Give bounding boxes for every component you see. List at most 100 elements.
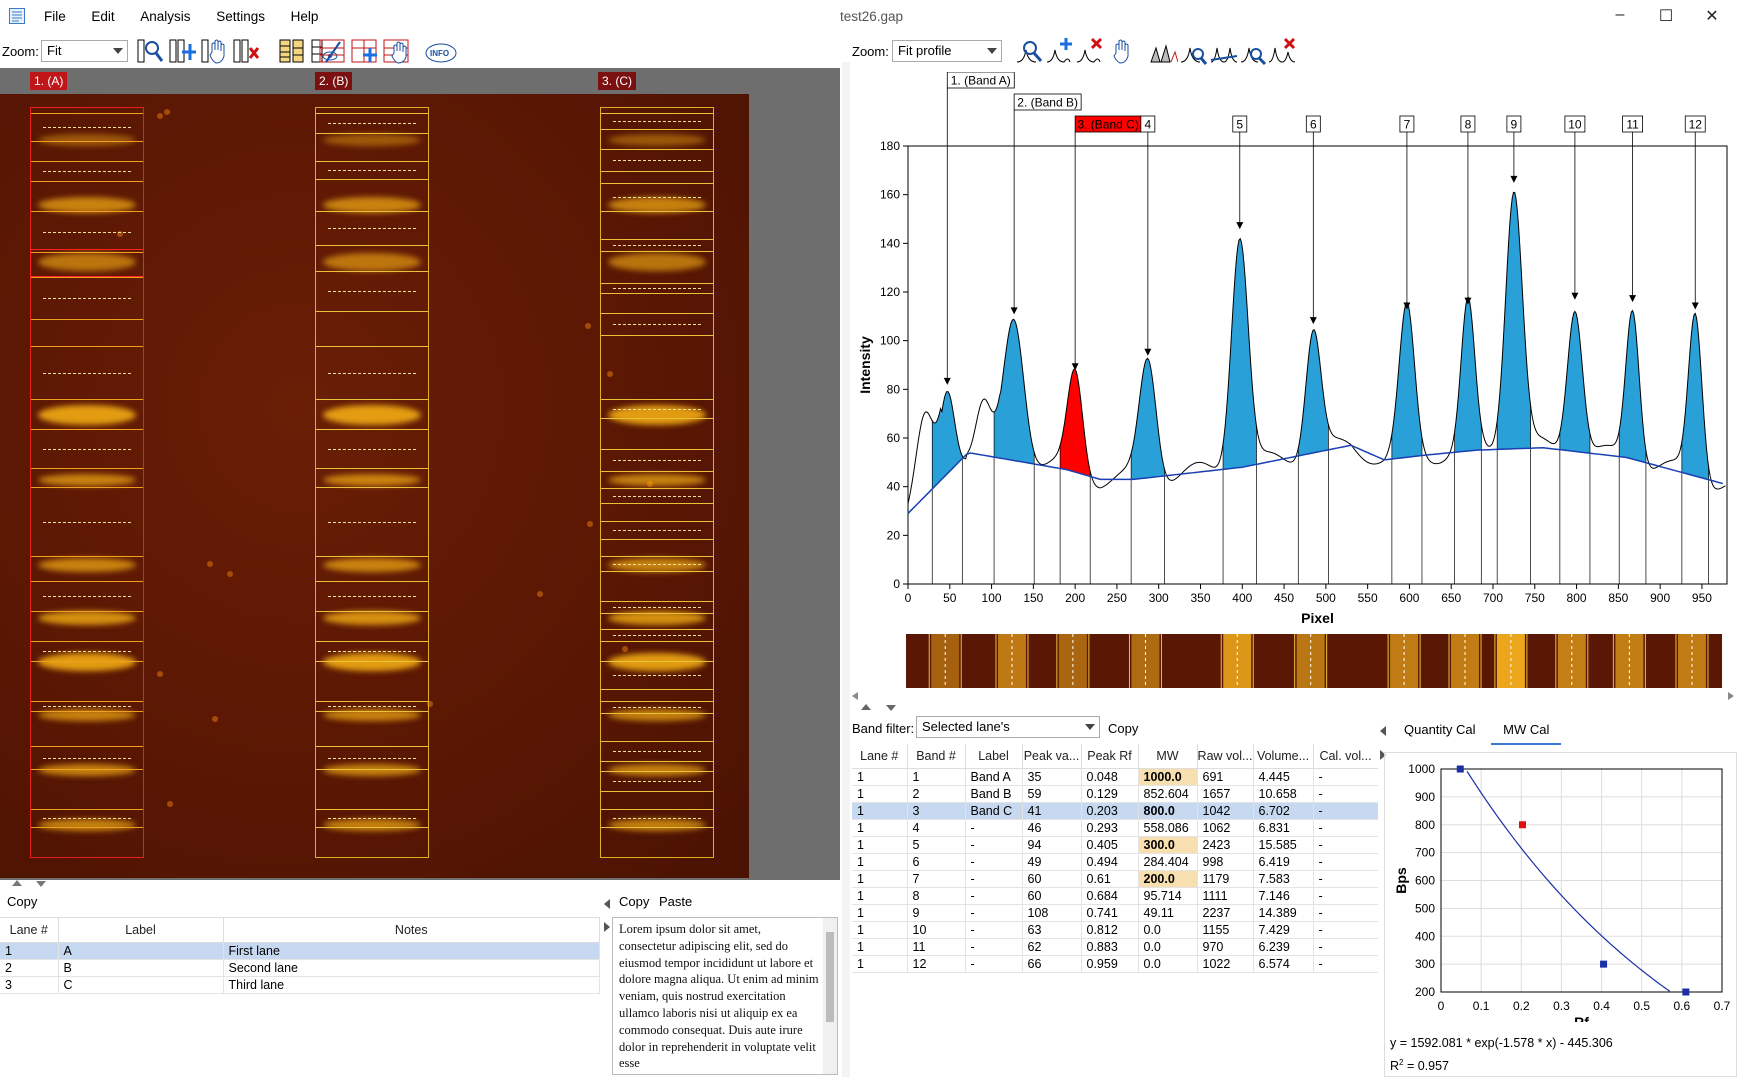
move-band-icon[interactable] xyxy=(382,36,410,66)
table-row[interactable]: 1 8-60 0.684 95.714 1111 7.146- xyxy=(852,887,1378,905)
notes-paste-button[interactable]: Paste xyxy=(659,894,692,909)
bands-col-header[interactable]: Label xyxy=(965,744,1023,769)
band-boundary[interactable] xyxy=(31,181,143,182)
table-row[interactable]: 1 7-60 0.61 200.0 1179 7.583- xyxy=(852,870,1378,888)
band-boundary[interactable] xyxy=(31,661,143,662)
band-boundary[interactable] xyxy=(601,713,713,714)
left-zoom-select[interactable]: Fit xyxy=(41,40,128,62)
band-boundary[interactable] xyxy=(316,429,428,430)
band-boundary[interactable] xyxy=(31,701,143,702)
band-boundary[interactable] xyxy=(601,629,713,630)
add-band-icon[interactable] xyxy=(350,36,378,66)
band-boundary[interactable] xyxy=(316,113,428,114)
band-boundary[interactable] xyxy=(31,141,143,142)
band-boundary[interactable] xyxy=(601,827,713,828)
band-boundary[interactable] xyxy=(601,449,713,450)
band-detection-icon[interactable] xyxy=(278,36,306,66)
scroll-down-icon[interactable] xyxy=(36,881,46,887)
scroll-right-icon[interactable] xyxy=(1728,692,1734,700)
band-boundary[interactable] xyxy=(31,487,143,488)
table-row[interactable]: 2 B Second lane xyxy=(0,959,600,977)
band-boundary[interactable] xyxy=(601,399,713,400)
bands-col-header[interactable]: Raw vol... xyxy=(1197,744,1254,769)
band-boundary[interactable] xyxy=(601,251,713,252)
band-boundary[interactable] xyxy=(31,611,143,612)
bands-copy-button[interactable]: Copy xyxy=(1108,721,1138,736)
band-boundary[interactable] xyxy=(316,179,428,180)
expand-right-icon[interactable] xyxy=(604,922,610,932)
band-boundary[interactable] xyxy=(601,171,713,172)
band-boundary[interactable] xyxy=(316,611,428,612)
band-boundary[interactable] xyxy=(31,277,143,278)
band-boundary[interactable] xyxy=(601,601,713,602)
bands-col-header[interactable]: Band # xyxy=(907,744,966,769)
band-boundary[interactable] xyxy=(601,521,713,522)
zoom-lane-icon[interactable] xyxy=(136,36,164,66)
move-lane-icon[interactable] xyxy=(200,36,228,66)
band-boundary[interactable] xyxy=(601,503,713,504)
bands-col-header[interactable]: Volume... xyxy=(1253,744,1314,769)
menu-analysis[interactable]: Analysis xyxy=(140,9,190,24)
menu-help[interactable]: Help xyxy=(291,9,319,24)
tab-mw-cal[interactable]: MW Cal xyxy=(1491,716,1562,745)
add-lane-icon[interactable] xyxy=(168,36,196,66)
remove-peak-icon[interactable] xyxy=(1076,36,1104,66)
band-boundary[interactable] xyxy=(316,661,428,662)
band-boundary[interactable] xyxy=(601,571,713,572)
scroll-up-icon[interactable] xyxy=(12,880,22,886)
notes-copy-button[interactable]: Copy xyxy=(619,894,649,909)
table-row[interactable]: 1 10-63 0.812 0.0 1155 7.429- xyxy=(852,921,1378,939)
tab-quantity-cal[interactable]: Quantity Cal xyxy=(1392,716,1488,743)
band-boundary[interactable] xyxy=(31,429,143,430)
band-boundary[interactable] xyxy=(316,399,428,400)
band-boundary[interactable] xyxy=(31,581,143,582)
band-boundary[interactable] xyxy=(601,488,713,489)
menu-edit[interactable]: Edit xyxy=(91,9,114,24)
mw-calibration-chart[interactable]: 0 0.1 0.2 0.3 0.4 0.5 0.6 0.7 200 300 400 500 600 700… xyxy=(1384,752,1737,1022)
band-boundary[interactable] xyxy=(31,113,143,114)
notes-scroll-thumb[interactable] xyxy=(826,932,834,1022)
maximize-button[interactable]: ☐ xyxy=(1646,6,1686,26)
band-boundary[interactable] xyxy=(316,827,428,828)
scroll-left-icon[interactable] xyxy=(852,692,858,700)
band-boundary[interactable] xyxy=(316,133,428,134)
band-boundary[interactable] xyxy=(316,487,428,488)
band-boundary[interactable] xyxy=(601,211,713,212)
band-boundary[interactable] xyxy=(601,149,713,150)
info-icon[interactable]: INFO xyxy=(424,36,458,66)
band-boundary[interactable] xyxy=(31,746,143,747)
clear-peaks-icon[interactable] xyxy=(1268,36,1296,66)
band-boundary[interactable] xyxy=(601,239,713,240)
band-boundary[interactable] xyxy=(601,471,713,472)
table-row[interactable]: 3 C Third lane xyxy=(0,976,600,994)
band-boundary[interactable] xyxy=(601,113,713,114)
profile-chart[interactable]: 0 20 40 60 80 100 120 140 160 180 0 50 100 150 200 250 3… xyxy=(852,72,1737,692)
band-boundary[interactable] xyxy=(601,556,713,557)
pane-down-icon[interactable] xyxy=(886,705,896,711)
band-boundary[interactable] xyxy=(601,761,713,762)
band-boundary[interactable] xyxy=(31,827,143,828)
band-boundary[interactable] xyxy=(31,769,143,770)
lane-tag-3[interactable]: 3. (C) xyxy=(598,72,636,90)
band-boundary[interactable] xyxy=(601,613,713,614)
bands-col-header[interactable]: Cal. vol... xyxy=(1313,744,1378,769)
table-row[interactable]: 1 5-94 0.405 300.0 2423 15.585- xyxy=(852,836,1378,854)
table-row[interactable]: 1 11-62 0.883 0.0 970 6.239- xyxy=(852,938,1378,956)
lane-box-2[interactable] xyxy=(315,107,429,858)
bands-col-header[interactable]: MW xyxy=(1138,744,1198,769)
table-row[interactable]: 1 3 Band C 41 0.203 800.0 1042 6.702- xyxy=(852,802,1378,820)
band-boundary[interactable] xyxy=(601,418,713,419)
band-boundary[interactable] xyxy=(31,319,143,320)
collapse-cal-icon[interactable] xyxy=(1380,726,1386,736)
minimize-button[interactable]: – xyxy=(1600,6,1640,24)
table-row[interactable]: 1 A First lane xyxy=(0,942,600,960)
pane-up-icon[interactable] xyxy=(861,704,871,710)
band-boundary[interactable] xyxy=(31,809,143,810)
table-row[interactable]: 1 12-66 0.959 0.0 1022 6.574- xyxy=(852,955,1378,973)
band-boundary[interactable] xyxy=(601,335,713,336)
band-boundary[interactable] xyxy=(601,283,713,284)
band-boundary[interactable] xyxy=(316,711,428,712)
band-boundary[interactable] xyxy=(601,689,713,690)
band-boundary[interactable] xyxy=(316,271,428,272)
main-splitter[interactable] xyxy=(842,62,850,1077)
